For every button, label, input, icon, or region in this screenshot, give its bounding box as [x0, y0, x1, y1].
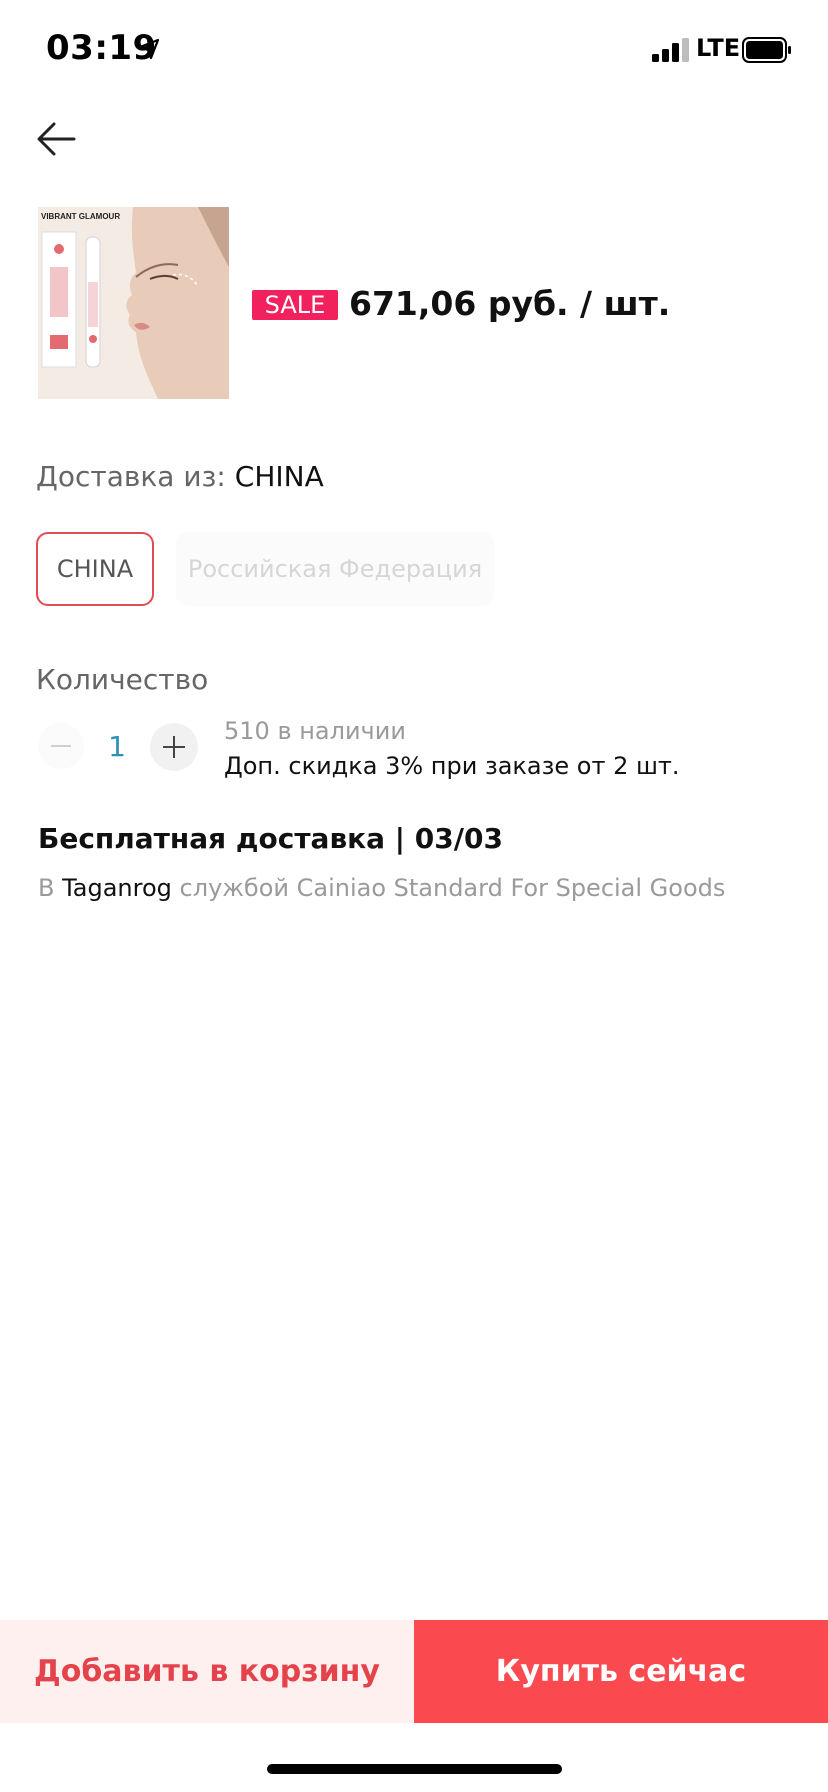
- location-arrow-icon: [138, 38, 160, 60]
- delivery-details[interactable]: В Taganrog службой Cainiao Standard For …: [38, 874, 725, 902]
- delivery-city[interactable]: Taganrog: [62, 874, 172, 902]
- delivery-service: службой Cainiao Standard For Special Goo…: [171, 874, 726, 902]
- ship-option-russia[interactable]: Российская Федерация: [176, 532, 494, 606]
- battery-icon: [742, 37, 791, 63]
- stock-count: 510 в наличии: [224, 717, 406, 745]
- free-delivery-title: Бесплатная доставка | 03/03: [38, 822, 503, 855]
- bulk-discount: Доп. скидка 3% при заказе от 2 шт.: [224, 752, 680, 780]
- ship-option-china[interactable]: CHINA: [36, 532, 154, 606]
- back-arrow-icon[interactable]: [36, 118, 78, 160]
- buy-now-button[interactable]: Купить сейчас: [414, 1620, 828, 1723]
- ship-from-value: CHINA: [234, 460, 324, 493]
- home-indicator: [267, 1764, 562, 1774]
- quantity-value[interactable]: 1: [108, 730, 126, 763]
- network-type: LTE: [696, 34, 741, 62]
- ship-from-label: Доставка из:: [36, 460, 235, 493]
- quantity-label: Количество: [36, 663, 209, 696]
- add-to-cart-button[interactable]: Добавить в корзину: [0, 1620, 414, 1723]
- product-image-brand: VIBRANT GLAMOUR: [41, 212, 120, 221]
- product-price: 671,06 руб. / шт.: [349, 284, 671, 323]
- delivery-prefix: В: [38, 874, 63, 902]
- sale-badge: SALE: [252, 290, 338, 320]
- ship-from: Доставка из: CHINA: [36, 460, 324, 493]
- decrease-quantity-button[interactable]: [38, 723, 84, 769]
- signal-icon: [652, 38, 689, 62]
- increase-quantity-button[interactable]: [150, 723, 198, 771]
- product-image: VIBRANT GLAMOUR: [38, 207, 229, 399]
